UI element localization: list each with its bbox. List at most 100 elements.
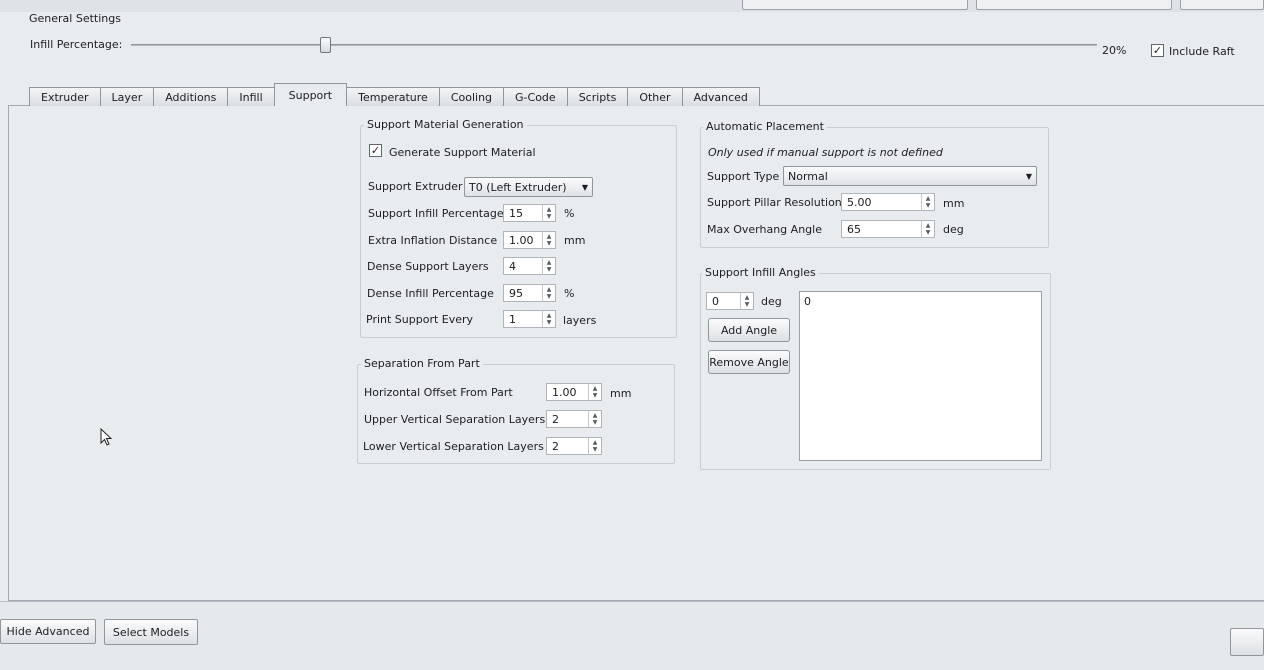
infill-angle-spinbox[interactable]: 0 ▲ ▼ (706, 292, 754, 310)
spinbox-value: 1 (509, 312, 516, 326)
tab-advanced[interactable]: Advanced (681, 87, 760, 106)
select-models-button[interactable]: Select Models (104, 619, 198, 645)
separation-group-title: Separation From Part (361, 357, 483, 370)
extra-inflation-spinbox[interactable]: 1.00 ▲ ▼ (503, 231, 556, 249)
support-infill-percentage-spinbox[interactable]: 15 ▲ ▼ (503, 204, 556, 222)
automatic-placement-note: Only used if manual support is not defin… (708, 146, 943, 159)
hide-advanced-label: Hide Advanced (6, 625, 90, 638)
spin-arrows-icon[interactable]: ▲ ▼ (542, 232, 555, 248)
tab-temperature[interactable]: Temperature (346, 87, 440, 106)
horizontal-offset-spinbox[interactable]: 1.00 ▲ ▼ (546, 383, 602, 401)
support-extruder-value: T0 (Left Extruder) (469, 180, 567, 194)
support-infill-angles-group-title: Support Infill Angles (702, 266, 819, 279)
tab-scripts[interactable]: Scripts (566, 87, 629, 106)
spinbox-value: 1.00 (509, 233, 534, 247)
tab-other[interactable]: Other (627, 87, 683, 106)
tab-support[interactable]: Support (273, 83, 348, 106)
chevron-down-icon: ▼ (1025, 171, 1033, 181)
lower-vertical-separation-spinbox[interactable]: 2 ▲ ▼ (546, 437, 602, 455)
bottom-right-button-partial[interactable] (1230, 628, 1264, 656)
spinbox-value: 95 (509, 286, 523, 300)
generate-support-label: Generate Support Material (389, 146, 536, 159)
spinbox-value: 5.00 (847, 195, 872, 209)
include-raft-label: Include Raft (1169, 45, 1235, 58)
infill-percentage-value: 20% (1102, 44, 1127, 57)
general-settings-title: General Settings (29, 12, 121, 25)
tab-infill[interactable]: Infill (227, 87, 275, 106)
checkmark-icon: ✓ (370, 144, 381, 157)
spinbox-value: 65 (847, 222, 861, 236)
spin-arrows-icon[interactable]: ▲ ▼ (740, 293, 753, 309)
upper-vertical-separation-spinbox[interactable]: 2 ▲ ▼ (546, 410, 602, 428)
spin-arrows-icon[interactable]: ▲ ▼ (588, 384, 601, 400)
infill-angles-list[interactable]: 0 (799, 291, 1042, 461)
spin-arrows-icon[interactable]: ▲ ▼ (588, 438, 601, 454)
top-button-partial-2[interactable] (976, 0, 1172, 10)
upper-vertical-separation-label: Upper Vertical Separation Layers (364, 413, 546, 426)
tab-additions[interactable]: Additions (153, 87, 229, 106)
support-pillar-resolution-spinbox[interactable]: 5.00 ▲ ▼ (841, 193, 935, 211)
mouse-cursor-icon (100, 428, 113, 446)
infill-percentage-label: Infill Percentage: (30, 38, 123, 51)
spin-arrows-icon[interactable]: ▲ ▼ (542, 311, 555, 327)
spinbox-value: 0 (712, 294, 719, 308)
settings-tabs: Extruder Layer Additions Infill Support … (29, 83, 760, 106)
support-extruder-dropdown[interactable]: T0 (Left Extruder) ▼ (464, 177, 593, 197)
remove-angle-button[interactable]: Remove Angle (708, 350, 790, 374)
spin-arrows-icon[interactable]: ▲ ▼ (921, 221, 934, 237)
infill-slider-track[interactable] (131, 44, 1097, 46)
automatic-placement-group-title: Automatic Placement (703, 120, 827, 133)
tab-label: G-Code (515, 90, 556, 104)
tab-label: Extruder (41, 90, 89, 104)
tab-extruder[interactable]: Extruder (29, 87, 101, 106)
tab-cooling[interactable]: Cooling (438, 87, 505, 106)
extra-inflation-label: Extra Inflation Distance (368, 234, 498, 247)
support-material-group-title: Support Material Generation (364, 118, 527, 131)
horizontal-offset-unit: mm (610, 387, 632, 400)
add-angle-button[interactable]: Add Angle (708, 318, 790, 342)
max-overhang-angle-unit: deg (943, 223, 964, 236)
top-button-partial-3[interactable] (1180, 0, 1264, 10)
include-raft-checkbox[interactable]: ✓ (1151, 44, 1164, 57)
extra-inflation-unit: mm (564, 234, 586, 247)
horizontal-offset-label: Horizontal Offset From Part (364, 386, 513, 399)
generate-support-checkbox[interactable]: ✓ (369, 144, 382, 157)
hide-advanced-button[interactable]: Hide Advanced (0, 619, 96, 644)
support-type-dropdown[interactable]: Normal ▼ (783, 166, 1037, 186)
print-support-every-label: Print Support Every (366, 313, 474, 326)
spinbox-value: 15 (509, 206, 523, 220)
add-angle-label: Add Angle (720, 323, 778, 337)
infill-slider-handle[interactable] (320, 37, 331, 53)
spin-arrows-icon[interactable]: ▲ ▼ (921, 194, 934, 210)
lower-vertical-separation-label: Lower Vertical Separation Layers (363, 440, 544, 453)
infill-angle-unit: deg (761, 295, 782, 308)
checkmark-icon: ✓ (1152, 44, 1163, 57)
support-pillar-resolution-label: Support Pillar Resolution (707, 196, 842, 209)
spin-arrows-icon[interactable]: ▲ ▼ (542, 258, 555, 274)
support-type-value: Normal (788, 169, 828, 183)
print-support-every-unit: layers (563, 314, 597, 327)
max-overhang-angle-spinbox[interactable]: 65 ▲ ▼ (841, 220, 935, 238)
tab-label: Additions (165, 90, 217, 104)
spinbox-value: 2 (552, 412, 559, 426)
tab-label: Infill (239, 90, 263, 104)
list-item[interactable]: 0 (804, 295, 1037, 308)
top-button-partial-1[interactable] (742, 0, 968, 10)
tab-label: Temperature (358, 90, 428, 104)
max-overhang-angle-label: Max Overhang Angle (707, 223, 822, 236)
chevron-down-icon: ▼ (581, 182, 589, 192)
support-type-label: Support Type (707, 170, 780, 183)
dense-support-layers-label: Dense Support Layers (367, 260, 489, 273)
spin-arrows-icon[interactable]: ▲ ▼ (542, 205, 555, 221)
support-infill-percentage-unit: % (564, 207, 575, 220)
spin-arrows-icon[interactable]: ▲ ▼ (542, 285, 555, 301)
spin-arrows-icon[interactable]: ▲ ▼ (588, 411, 601, 427)
dense-support-layers-spinbox[interactable]: 4 ▲ ▼ (503, 257, 556, 275)
tab-label: Other (639, 90, 671, 104)
dense-infill-percentage-unit: % (564, 287, 575, 300)
tab-layer[interactable]: Layer (99, 87, 155, 106)
tab-gcode[interactable]: G-Code (503, 87, 568, 106)
dense-infill-percentage-spinbox[interactable]: 95 ▲ ▼ (503, 284, 556, 302)
print-support-every-spinbox[interactable]: 1 ▲ ▼ (503, 310, 556, 328)
dense-infill-percentage-label: Dense Infill Percentage (367, 287, 494, 300)
